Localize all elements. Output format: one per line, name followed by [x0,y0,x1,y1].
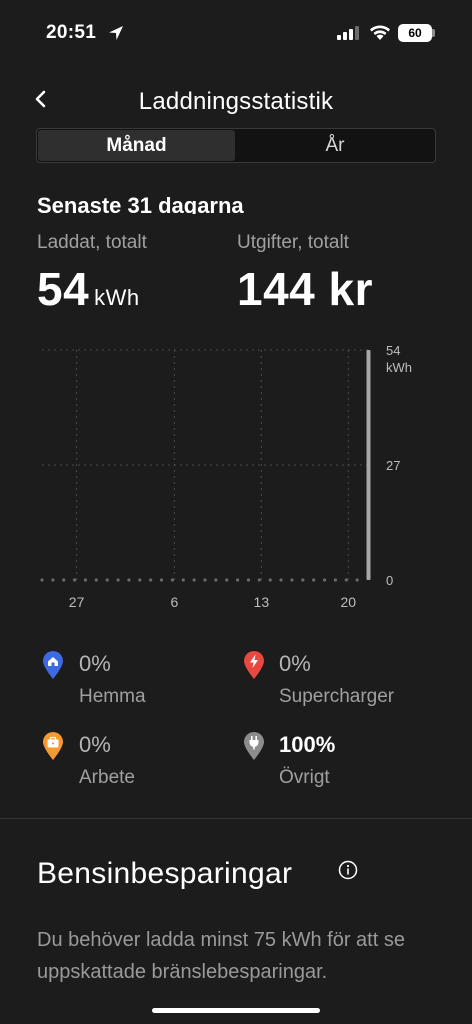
legend-supercharger-percent: 0% [279,651,311,676]
chart-x-tick-label: 27 [69,594,85,610]
charged-value-unit: kWh [94,285,140,310]
cost-total-label: Utgifter, totalt [237,232,349,253]
chart-zero-dot [159,578,164,582]
chart-zero-dot [322,578,327,582]
location-arrow-icon [109,26,123,40]
chart-zero-dot [170,578,174,582]
chart-zero-dot [127,578,131,582]
chart-zero-dot [344,578,348,582]
legend-work-label: Arbete [79,767,135,788]
home-indicator[interactable] [152,1008,320,1013]
charged-total-value: 54 kWh [37,262,140,316]
chart-zero-dot [181,578,185,582]
chart-y-tick-label: 54 [386,343,400,358]
chart-zero-dot [257,578,261,582]
chart-zero-dot [192,578,196,582]
briefcase-icon [43,732,63,760]
chart-zero-dot [301,578,305,582]
legend-work-percent: 0% [79,732,111,757]
wifi-icon [370,25,390,40]
plug-icon [244,732,264,760]
chart-zero-dot [290,578,294,582]
chart-x-tick-label: 6 [171,594,179,610]
chart-zero-dot [312,578,316,582]
savings-title: Bensinbesparingar [37,857,293,890]
chart-zero-dot [73,578,77,582]
page-title: Laddningsstatistik [138,88,334,115]
chart-zero-dot [94,578,98,582]
cost-total-value: 144 kr [237,263,374,315]
legend-supercharger-label: Supercharger [279,686,395,707]
chart-y-unit-label: kWh [386,360,412,375]
charging-chart: 54 27 0 kWh 27 6 13 20 [40,343,412,610]
section-divider [0,818,472,819]
chart-zero-dot [333,578,337,582]
chart-zero-dot [62,578,66,582]
legend-other-label: Övrigt [279,767,330,788]
chart-zero-dot [246,578,251,582]
chart-zero-dot [138,578,142,582]
bolt-icon [244,651,264,679]
battery-nub [432,29,435,37]
status-time: 20:51 [46,22,97,43]
tab-year[interactable]: År [236,133,434,158]
chart-x-tick-label: 20 [340,594,356,610]
chart-zero-dot [105,578,109,582]
period-heading: Senaste 31 dagarna [37,193,244,214]
chart-y-tick-label: 27 [386,458,400,473]
home-icon [43,651,63,679]
chart-zero-dot [268,578,272,582]
chart-zero-dot [116,578,120,582]
chart-y-tick-label: 0 [386,573,393,588]
chart-bar [366,350,371,580]
battery-icon: 60 [398,24,432,42]
chart-zero-dot [355,578,359,582]
charged-value-number: 54 [37,263,90,315]
chart-zero-dot [40,578,44,582]
chart-x-tick-label: 13 [254,594,270,610]
chart-zero-dot [203,578,207,582]
legend-other-percent: 100% [279,732,336,757]
chart-zero-dot [51,578,55,582]
savings-description: Du behöver ladda minst 75 kWh för att se… [37,929,405,983]
info-icon[interactable] [338,860,358,880]
chart-zero-dot [236,578,240,582]
chart-zero-dot [279,578,283,582]
tab-month[interactable]: Månad [38,133,235,158]
back-chevron-icon[interactable] [30,88,52,110]
cellular-signal-icon [337,26,359,40]
chart-zero-dot [214,578,218,582]
charged-total-label: Laddat, totalt [37,232,147,253]
legend-home-label: Hemma [79,686,146,707]
chart-zero-dot [225,578,229,582]
chart-zero-dot [149,578,153,582]
legend-home-percent: 0% [79,651,111,676]
chart-zero-dot [83,578,88,582]
